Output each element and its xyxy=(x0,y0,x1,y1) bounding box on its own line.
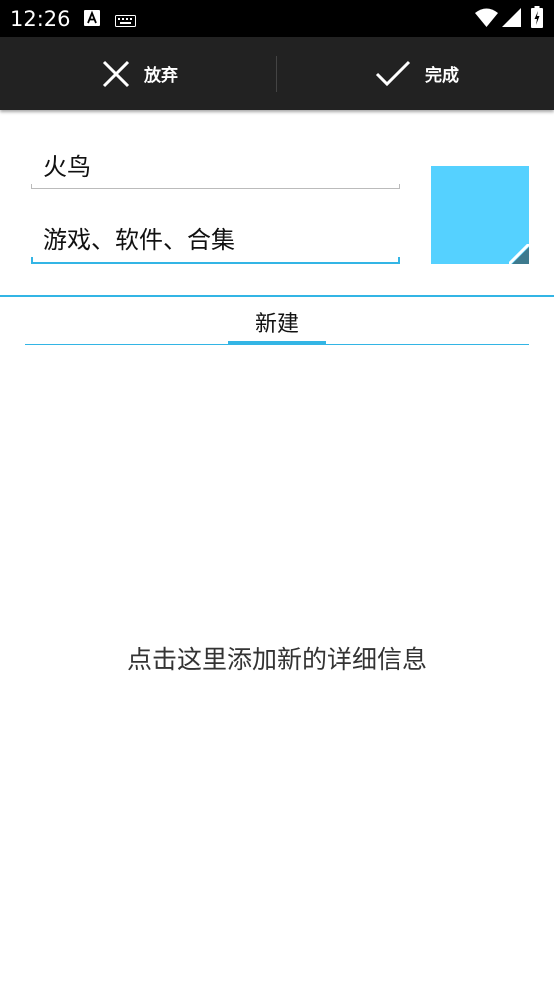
tab-selected-indicator xyxy=(228,341,326,345)
battery-icon xyxy=(531,6,543,32)
name-field-tick-left xyxy=(31,184,32,189)
close-icon xyxy=(102,60,130,88)
tags-field-underline xyxy=(31,262,400,264)
cell-signal-icon xyxy=(502,8,521,31)
wifi-icon xyxy=(475,8,498,31)
tab-new[interactable]: 新建 xyxy=(25,306,529,338)
tab-strip: 新建 xyxy=(25,297,529,347)
discard-button[interactable]: 放弃 xyxy=(102,37,178,110)
text-a-icon xyxy=(84,10,100,30)
color-swatch-button[interactable] xyxy=(431,166,529,264)
done-button[interactable]: 完成 xyxy=(375,37,459,110)
tags-field-tick-left xyxy=(31,257,33,264)
status-bar: 12:26 xyxy=(0,0,554,37)
keyboard-icon xyxy=(115,12,136,31)
action-divider xyxy=(276,56,277,92)
tags-field[interactable]: 游戏、软件、合集 xyxy=(31,222,400,268)
corner-triangle-icon xyxy=(509,244,529,264)
name-field[interactable]: 火鸟 xyxy=(31,148,400,192)
check-icon xyxy=(375,60,411,88)
add-details-hint[interactable]: 点击这里添加新的详细信息 xyxy=(0,640,554,676)
discard-label: 放弃 xyxy=(144,66,178,86)
name-field-tick-right xyxy=(399,184,400,189)
name-field-value: 火鸟 xyxy=(43,153,91,181)
done-label: 完成 xyxy=(425,66,459,86)
action-bar: 放弃 完成 xyxy=(0,37,554,110)
tags-field-value: 游戏、软件、合集 xyxy=(43,226,235,254)
tags-field-tick-right xyxy=(398,257,400,264)
status-time: 12:26 xyxy=(10,7,71,31)
name-field-underline xyxy=(31,188,400,189)
